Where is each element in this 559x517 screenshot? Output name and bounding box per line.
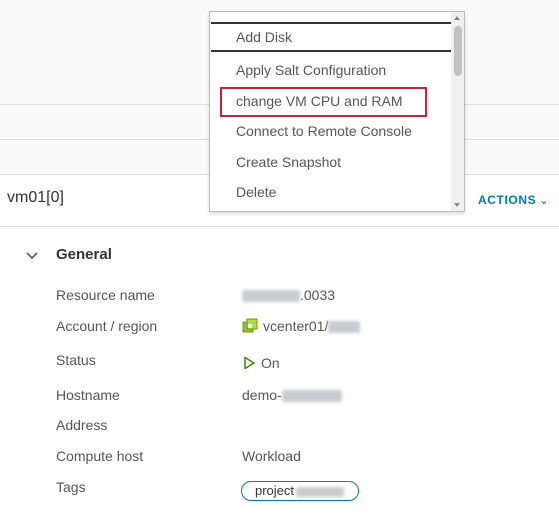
actions-button[interactable]: ACTIONS ⌄ [478, 193, 549, 207]
property-label: Tags [56, 479, 86, 495]
chevron-down-icon: ⌄ [539, 195, 550, 207]
vcenter-icon [242, 318, 258, 333]
menu-item-apply-salt-configuration[interactable]: Apply Salt Configuration [211, 55, 451, 85]
property-label: Account / region [56, 318, 158, 334]
resource-name-value: .0033 [242, 287, 335, 303]
property-label: Compute host [56, 448, 144, 464]
status-text: On [261, 355, 280, 371]
actions-label: ACTIONS [478, 193, 537, 207]
section-title-general: General [56, 246, 112, 263]
property-label: Status [56, 352, 96, 368]
redacted-text [328, 321, 361, 334]
play-icon [244, 356, 255, 370]
tag-text: project [255, 483, 295, 498]
menu-item-change-vm-cpu-and-ram[interactable]: change VM CPU and RAM [211, 86, 451, 116]
vm-title: vm01[0] [7, 189, 64, 206]
menu-item-connect-to-remote-console[interactable]: Connect to Remote Console [211, 116, 451, 146]
dropdown-scrollbar[interactable] [451, 12, 464, 211]
redacted-text [242, 290, 300, 303]
scroll-down-arrow-icon[interactable] [454, 203, 460, 207]
menu-item-delete[interactable]: Delete [211, 177, 451, 207]
property-label: Address [56, 417, 108, 433]
resource-name-suffix: .0033 [300, 287, 336, 303]
compute-host-value: Workload [242, 448, 301, 464]
menu-item-add-disk[interactable]: Add Disk [211, 22, 451, 52]
redacted-text [281, 390, 342, 403]
scroll-up-arrow-icon[interactable] [454, 16, 460, 20]
chevron-down-icon[interactable] [24, 247, 40, 263]
header-divider [0, 226, 559, 227]
menu-item-create-snapshot[interactable]: Create Snapshot [211, 147, 451, 177]
status-value: On [242, 355, 280, 371]
account-region-text: vcenter01/ [263, 318, 329, 334]
account-region-value[interactable]: vcenter01/ [242, 318, 361, 334]
actions-dropdown-menu: Add Disk Apply Salt Configuration change… [209, 11, 465, 212]
hostname-text: demo- [242, 387, 282, 403]
property-label: Hostname [56, 387, 120, 403]
hostname-value: demo- [242, 387, 342, 403]
redacted-text [296, 486, 345, 497]
tag-pill[interactable]: project [241, 481, 359, 501]
property-label: Resource name [56, 287, 155, 303]
scroll-thumb[interactable] [454, 26, 462, 76]
